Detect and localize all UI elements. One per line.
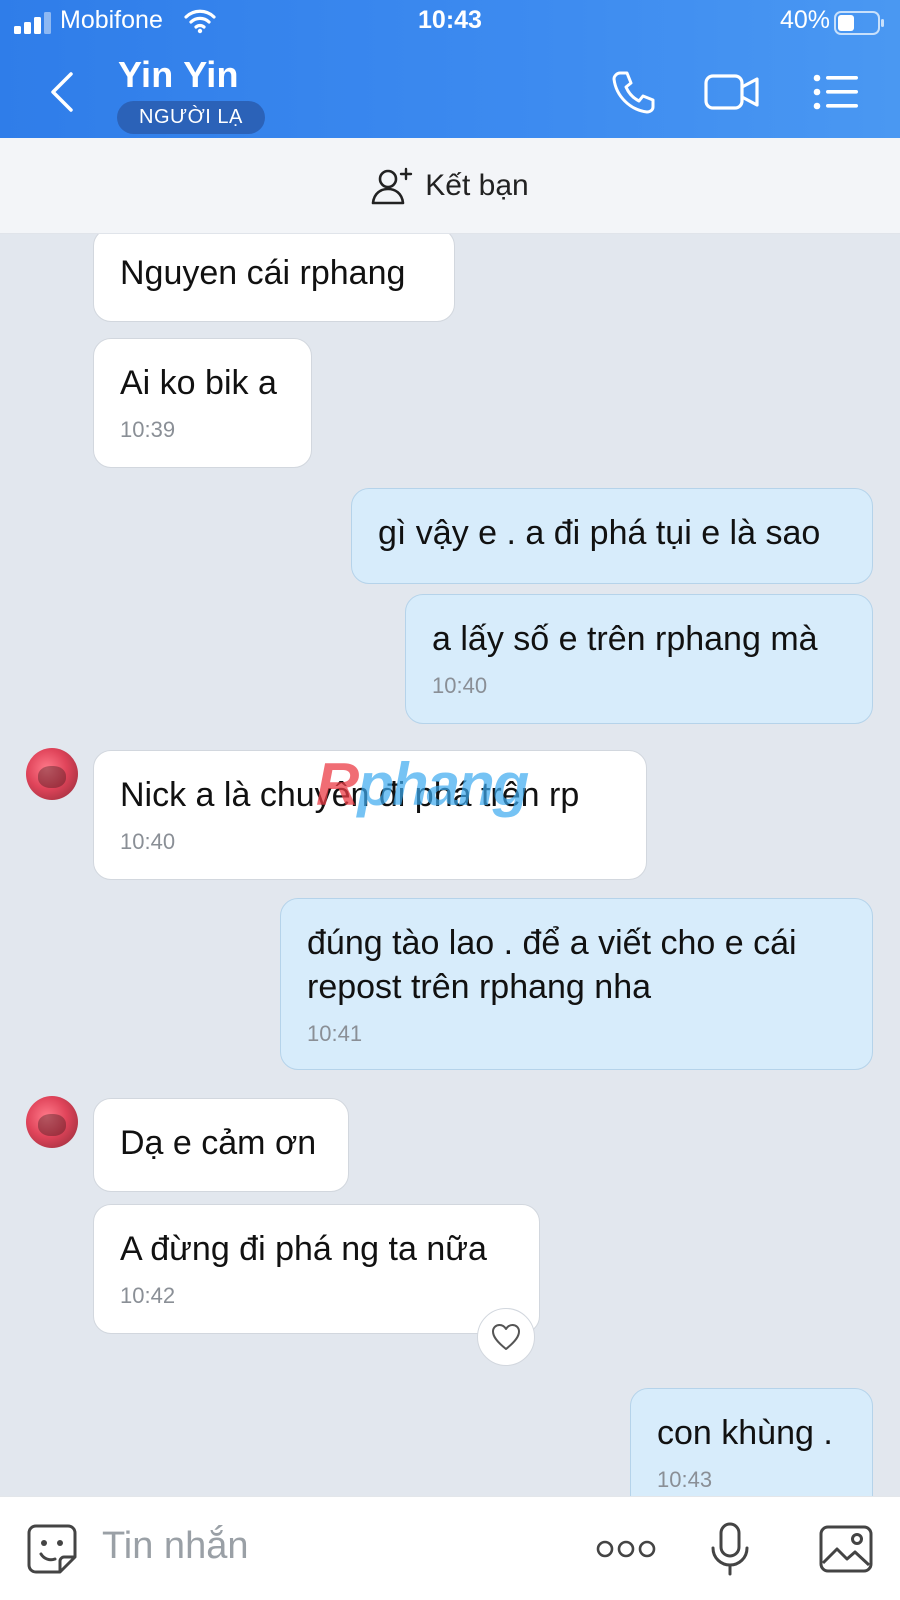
message-time: 10:40 [432, 673, 488, 698]
avatar[interactable] [26, 748, 78, 800]
avatar[interactable] [26, 1096, 78, 1148]
message-time: 10:39 [120, 417, 176, 442]
battery-percentage: 40% [779, 6, 830, 34]
message-text: Ai ko bik a [120, 364, 277, 402]
voice-record-button[interactable] [700, 1519, 760, 1579]
add-friend-label: Kết bạn [425, 168, 529, 202]
message-input[interactable]: Tin nhắn [102, 1525, 248, 1568]
chat-messages[interactable]: Nguyen cái rphang Ai ko bik a 10:39 gì v… [0, 234, 900, 1496]
sticker-button[interactable] [22, 1519, 82, 1579]
message-outgoing[interactable]: gì vậy e . a đi phá tụi e là sao [351, 488, 873, 584]
message-text: a lấy số e trên rphang mà [432, 620, 818, 658]
contact-name[interactable]: Yin Yin [118, 54, 239, 96]
message-incoming[interactable]: Nick a là chuyên đi phá trên rp 10:40 [93, 750, 647, 880]
message-incoming[interactable]: A đừng đi phá ng ta nữa 10:42 [93, 1204, 540, 1334]
voice-call-button[interactable] [606, 68, 662, 116]
message-text: Nguyen cái rphang [120, 254, 406, 292]
microphone-icon [711, 1522, 749, 1576]
more-button[interactable] [596, 1519, 656, 1579]
message-outgoing[interactable]: a lấy số e trên rphang mà 10:40 [405, 594, 873, 724]
menu-list-icon [813, 74, 858, 110]
message-time: 10:42 [120, 1283, 176, 1308]
add-user-icon [371, 167, 413, 204]
message-incoming[interactable]: Nguyen cái rphang [93, 234, 455, 322]
message-text: Dạ e cảm ơn [120, 1124, 317, 1162]
phone-icon [612, 71, 655, 114]
message-input-bar: Tin nhắn [0, 1496, 900, 1600]
message-time: 10:40 [120, 829, 176, 854]
status-bar: Mobifone 10:43 40% [0, 0, 900, 46]
chat-header: Mobifone 10:43 40% Yin Yin NGƯỜI LẠ [0, 0, 900, 138]
battery-icon [834, 11, 884, 35]
message-incoming[interactable]: Dạ e cảm ơn [93, 1098, 349, 1192]
message-time: 10:41 [307, 1021, 363, 1046]
message-incoming[interactable]: Ai ko bik a 10:39 [93, 338, 312, 468]
react-heart-button[interactable] [477, 1308, 535, 1366]
stranger-badge: NGƯỜI LẠ [117, 101, 265, 134]
message-text: con khùng . [657, 1414, 833, 1452]
options-menu-button[interactable] [808, 68, 864, 116]
clock: 10:43 [418, 6, 482, 34]
image-icon [819, 1525, 873, 1573]
image-picker-button[interactable] [816, 1519, 876, 1579]
message-text: đúng tào lao . để a viết cho e cái repos… [307, 924, 797, 1006]
video-call-icon [704, 74, 759, 110]
sticker-icon [27, 1524, 77, 1574]
message-text: Nick a là chuyên đi phá trên rp [120, 776, 580, 814]
message-outgoing[interactable]: đúng tào lao . để a viết cho e cái repos… [280, 898, 873, 1070]
message-text: A đừng đi phá ng ta nữa [120, 1230, 487, 1268]
message-time: 10:43 [657, 1467, 713, 1492]
video-call-button[interactable] [704, 68, 760, 116]
message-outgoing[interactable]: con khùng . 10:43 [630, 1388, 873, 1496]
heart-icon [492, 1324, 520, 1350]
more-icon [596, 1540, 656, 1558]
back-icon [51, 72, 73, 112]
message-text: gì vậy e . a đi phá tụi e là sao [378, 514, 821, 552]
back-button[interactable] [44, 68, 80, 116]
add-friend-bar[interactable]: Kết bạn [0, 138, 900, 234]
